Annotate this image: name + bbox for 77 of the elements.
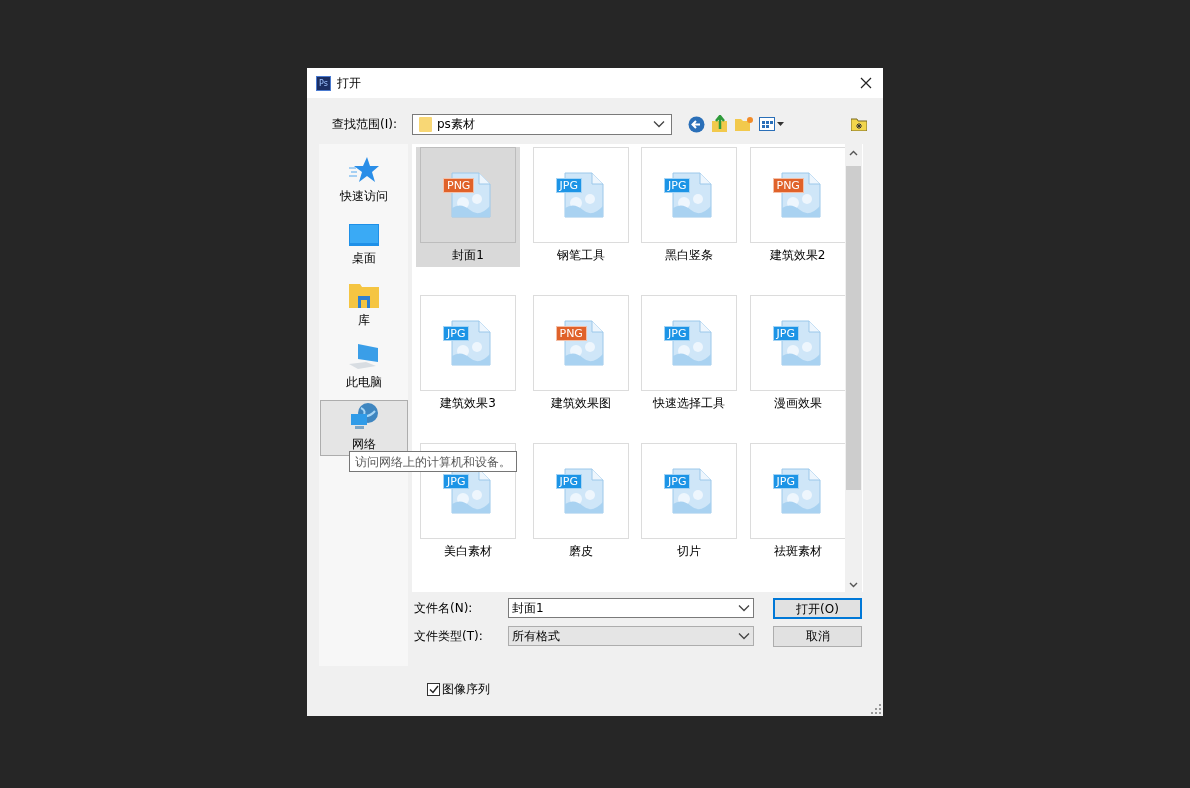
look-in-label: 查找范围(I):	[332, 116, 398, 133]
file-type-dropdown[interactable]: 所有格式	[508, 626, 754, 646]
file-thumbnail[interactable]: JPG	[532, 147, 629, 243]
chevron-down-icon	[738, 632, 750, 640]
format-badge: PNG	[443, 178, 475, 193]
window-title: 打开	[337, 75, 361, 92]
file-thumbnail[interactable]: JPG	[641, 295, 737, 391]
chevron-down-icon	[738, 604, 750, 612]
desktop-icon	[348, 224, 379, 246]
file-type-label: 文件类型(T):	[414, 628, 484, 645]
file-name: 快速选择工具	[653, 396, 725, 410]
file-name: 切片	[677, 544, 701, 558]
format-badge: JPG	[664, 326, 691, 341]
computer-icon	[347, 342, 380, 370]
file-thumbnail[interactable]: PNG	[420, 147, 516, 243]
tooltip: 访问网络上的计算机和设备。	[349, 451, 517, 472]
folder-star-icon[interactable]	[851, 117, 867, 131]
places-label: 此电脑	[345, 375, 382, 389]
places-label: 桌面	[351, 251, 376, 265]
close-icon[interactable]	[860, 77, 872, 89]
file-thumbnail[interactable]: JPG	[749, 443, 846, 539]
checkbox-label: 图像序列	[442, 681, 490, 698]
places-item[interactable]: 此电脑	[319, 338, 408, 394]
app-logo: Ps	[316, 75, 331, 91]
file-thumbnail[interactable]: JPG	[641, 147, 737, 243]
format-badge: JPG	[443, 474, 470, 489]
scroll-down-icon[interactable]	[849, 582, 858, 588]
file-name: 美白素材	[444, 544, 492, 558]
file-thumbnail[interactable]: JPG	[749, 295, 846, 391]
file-name: 钢笔工具	[556, 248, 605, 262]
file-name-label: 文件名(N):	[414, 600, 474, 617]
file-thumbnail[interactable]: JPG	[420, 295, 516, 391]
up-folder-icon[interactable]	[711, 115, 729, 133]
file-name-field[interactable]: 封面1	[508, 598, 754, 618]
folder-icon	[348, 282, 379, 308]
star-icon	[347, 156, 380, 184]
file-name: 磨皮	[568, 544, 593, 558]
format-badge: PNG	[555, 326, 587, 341]
file-name: 建筑效果2	[769, 248, 826, 262]
places-label: 库	[357, 313, 370, 327]
file-name: 漫画效果	[773, 396, 822, 410]
file-thumbnail[interactable]: JPG	[641, 443, 737, 539]
network-icon	[348, 402, 379, 432]
format-badge: JPG	[772, 326, 799, 341]
file-name: 建筑效果3	[440, 396, 496, 410]
open-button[interactable]: 打开(O)	[773, 597, 862, 619]
check-icon	[428, 684, 439, 694]
file-name: 建筑效果图	[550, 396, 611, 410]
format-badge: JPG	[772, 474, 799, 489]
format-badge: PNG	[772, 178, 804, 193]
format-badge: JPG	[443, 326, 470, 341]
format-badge: JPG	[664, 178, 691, 193]
places-item[interactable]: 桌面	[319, 214, 408, 270]
resize-grip-icon[interactable]	[871, 704, 881, 714]
file-name: 祛斑素材	[773, 544, 822, 558]
back-icon[interactable]	[688, 115, 705, 133]
file-thumbnail[interactable]: PNG	[749, 147, 846, 243]
folder-icon	[419, 116, 432, 132]
places-label: 网络	[351, 437, 376, 451]
file-name: 封面1	[452, 248, 484, 262]
places-item[interactable]: 快速访问	[319, 152, 408, 208]
scroll-thumb[interactable]	[846, 166, 861, 490]
scroll-up-icon[interactable]	[849, 150, 858, 156]
format-badge: JPG	[664, 474, 691, 489]
places-label: 快速访问	[339, 189, 388, 203]
places-item[interactable]: 库	[319, 276, 408, 332]
look-in-dropdown[interactable]: ps素材	[412, 113, 672, 135]
format-badge: JPG	[555, 178, 582, 193]
file-name: 黑白竖条	[665, 248, 713, 262]
file-thumbnail[interactable]: PNG	[532, 295, 629, 391]
format-badge: JPG	[555, 474, 582, 489]
chevron-down-icon	[653, 120, 665, 128]
checkbox[interactable]	[427, 682, 440, 696]
places-item[interactable]: 网络	[319, 400, 408, 456]
file-thumbnail[interactable]: JPG	[532, 443, 629, 539]
view-menu-icon[interactable]	[759, 117, 785, 131]
cancel-button[interactable]: 取消	[773, 625, 862, 647]
